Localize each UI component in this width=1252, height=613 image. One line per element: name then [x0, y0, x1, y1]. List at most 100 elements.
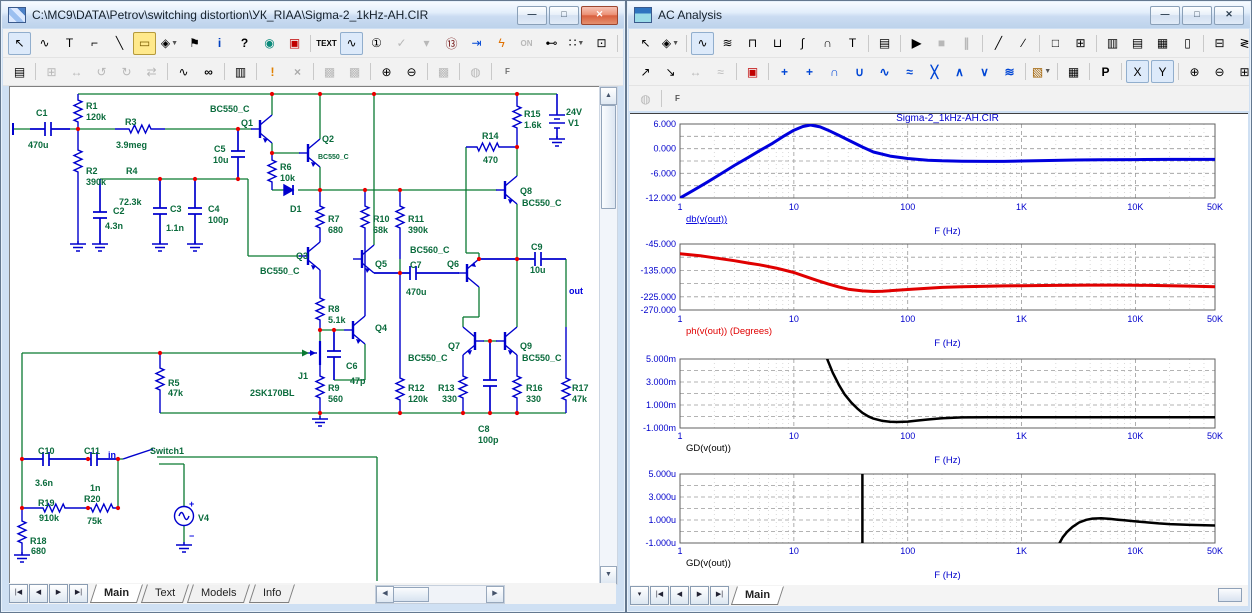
global-high-icon[interactable]: ∧ — [948, 60, 971, 83]
first-page-button[interactable]: |◀ — [650, 586, 669, 605]
show-text-icon[interactable]: TEXT — [315, 32, 338, 55]
select-box-icon[interactable]: □ — [1044, 32, 1067, 55]
valley-cursor-icon[interactable]: ↘ — [659, 60, 682, 83]
run-icon[interactable]: ▶ — [905, 32, 928, 55]
scroll-left-icon[interactable]: ◀ — [376, 586, 394, 603]
panel-horiz-icon[interactable]: ▤ — [1126, 32, 1149, 55]
select-tool-icon[interactable]: ↖ — [634, 32, 657, 55]
restore-button[interactable]: □ — [1182, 6, 1212, 25]
integral-icon[interactable]: ∫ — [791, 32, 814, 55]
series-label[interactable]: GD(v(out)) — [686, 558, 731, 569]
x-scale-icon[interactable]: X — [1126, 60, 1149, 83]
zoom-out-icon[interactable]: ⊖ — [1208, 60, 1231, 83]
component-picker-icon[interactable]: ◈▼ — [659, 32, 682, 55]
node-snap-icon[interactable]: ⊷ — [540, 32, 563, 55]
restore-button[interactable]: □ — [549, 6, 579, 25]
data-points-icon[interactable]: ⊞ — [1069, 32, 1092, 55]
wire-tool-icon[interactable]: ∿ — [33, 32, 56, 55]
valley-icon[interactable]: ∪ — [848, 60, 871, 83]
plots-area[interactable]: 6.0000.000-6.000-12.0001101001K10K50KSig… — [630, 113, 1248, 586]
ortho-wire-tool-icon[interactable]: ⌐ — [83, 32, 106, 55]
tab-main[interactable]: Main — [731, 586, 784, 605]
tab-main[interactable]: Main — [90, 584, 143, 603]
scope-mode-icon[interactable]: ∿ — [691, 32, 714, 55]
cursor-plus-icon[interactable]: + — [773, 60, 796, 83]
search-icon[interactable]: ∞ — [197, 60, 220, 83]
last-page-button[interactable]: ▶| — [69, 584, 88, 603]
periodic-steady-state-icon[interactable]: P — [1094, 60, 1117, 83]
vscroll-thumb[interactable] — [601, 105, 616, 209]
sweep-icon[interactable]: ⊔ — [766, 32, 789, 55]
3d-windows-icon[interactable]: ▧▼ — [1030, 60, 1053, 83]
pulse-icon[interactable]: ⊓ — [741, 32, 764, 55]
component-tool-icon[interactable]: ▭ — [133, 32, 156, 55]
flag-tool-icon[interactable]: ⚑ — [183, 32, 206, 55]
zoom-in-icon[interactable]: ⊕ — [1183, 60, 1206, 83]
split-plot-icon[interactable]: ⊟ — [1208, 32, 1231, 55]
scroll-down-icon[interactable]: ▼ — [600, 566, 617, 584]
peak-icon[interactable]: ∩ — [823, 60, 846, 83]
tab-text[interactable]: Text — [141, 584, 189, 603]
series-label[interactable]: db(v(out)) — [686, 214, 727, 225]
close-button[interactable]: ✕ — [1214, 6, 1244, 25]
scroll-up-icon[interactable]: ▲ — [600, 87, 617, 105]
component-labels[interactable]: C1470uR1120kR33.9megR2390kR472.3kC24.3nC… — [28, 101, 589, 556]
series-label[interactable]: ph(v(out)) (Degrees) — [686, 326, 772, 337]
prev-page-button[interactable]: ◀ — [29, 584, 48, 603]
grid-options-icon[interactable]: ∷▼ — [565, 32, 588, 55]
minimize-button[interactable]: — — [517, 6, 547, 25]
zoom-in-icon[interactable]: ⊕ — [375, 60, 398, 83]
properties-icon[interactable]: ▤ — [873, 32, 896, 55]
clear-errors-icon[interactable]: × — [286, 60, 309, 83]
prev-page-button[interactable]: ◀ — [670, 586, 689, 605]
design-checks-icon[interactable]: ▥ — [229, 60, 252, 83]
panel-vert-icon[interactable]: ▥ — [1101, 32, 1124, 55]
line-tool-icon[interactable]: ╲ — [108, 32, 131, 55]
slope-icon[interactable]: ≷ — [1233, 32, 1252, 55]
font-icon[interactable]: F — [496, 60, 519, 83]
next-page-button[interactable]: ▶ — [49, 584, 68, 603]
scope-settings-icon[interactable]: ▣ — [741, 60, 764, 83]
scroll-right-icon[interactable]: ▶ — [486, 586, 504, 603]
series-label[interactable]: GD(v(out)) — [686, 443, 731, 454]
pin-numbers-icon[interactable]: ⑬ — [440, 32, 463, 55]
first-page-button[interactable]: |◀ — [9, 584, 28, 603]
tag-line-icon[interactable]: ∕ — [1012, 32, 1035, 55]
panel-grid-icon[interactable]: ▦ — [1151, 32, 1174, 55]
node-numbers-icon[interactable]: ① — [365, 32, 388, 55]
schematic-vscrollbar[interactable]: ▲ ▼ — [599, 86, 618, 585]
info-warning-icon[interactable]: ! — [261, 60, 284, 83]
text-tool-icon[interactable]: T — [58, 32, 81, 55]
tab-models[interactable]: Models — [187, 584, 251, 603]
info-tool-icon[interactable]: i — [208, 32, 231, 55]
inflection-icon[interactable]: ╳ — [923, 60, 946, 83]
hscroll-thumb[interactable] — [393, 587, 429, 602]
split-window-icon[interactable]: ⊡ — [590, 32, 613, 55]
waveforms-icon[interactable]: ≋ — [716, 32, 739, 55]
global-low-icon[interactable]: ∨ — [973, 60, 996, 83]
zoom-out-icon[interactable]: ⊖ — [400, 60, 423, 83]
zoom-area-icon[interactable]: ⊞ — [1233, 60, 1252, 83]
page-dropdown[interactable]: ▾ — [630, 586, 649, 605]
plot-hscroll-thumb[interactable] — [1218, 588, 1242, 602]
show-curves-icon[interactable]: ∿ — [340, 32, 363, 55]
schematic-canvas[interactable]: C1470uR1120kR33.9megR2390kR472.3kC24.3nC… — [9, 86, 601, 585]
peak-cursor-icon[interactable]: ↗ — [634, 60, 657, 83]
find-part-icon[interactable]: ∿ — [172, 60, 195, 83]
low-icon[interactable]: ≈ — [898, 60, 921, 83]
last-page-button[interactable]: ▶| — [710, 586, 729, 605]
select-tool-icon[interactable]: ↖ — [8, 32, 31, 55]
tab-info[interactable]: Info — [249, 584, 296, 603]
close-button[interactable]: ✕ — [581, 6, 618, 25]
fft-icon[interactable]: ∩ — [816, 32, 839, 55]
cursor-line-icon[interactable]: ╱ — [987, 32, 1010, 55]
show-currents-icon[interactable]: ⇥ — [465, 32, 488, 55]
y-scale-icon[interactable]: Y — [1151, 60, 1174, 83]
attributes-icon[interactable]: ▤ — [8, 60, 31, 83]
envelope-icon[interactable]: ≋ — [998, 60, 1021, 83]
next-page-button[interactable]: ▶ — [690, 586, 709, 605]
numeric-output-icon[interactable]: ▦ — [1062, 60, 1085, 83]
text-tool-icon[interactable]: T — [841, 32, 864, 55]
schematic-hscrollbar[interactable]: ◀ ▶ — [375, 585, 505, 604]
minimize-button[interactable]: — — [1150, 6, 1180, 25]
